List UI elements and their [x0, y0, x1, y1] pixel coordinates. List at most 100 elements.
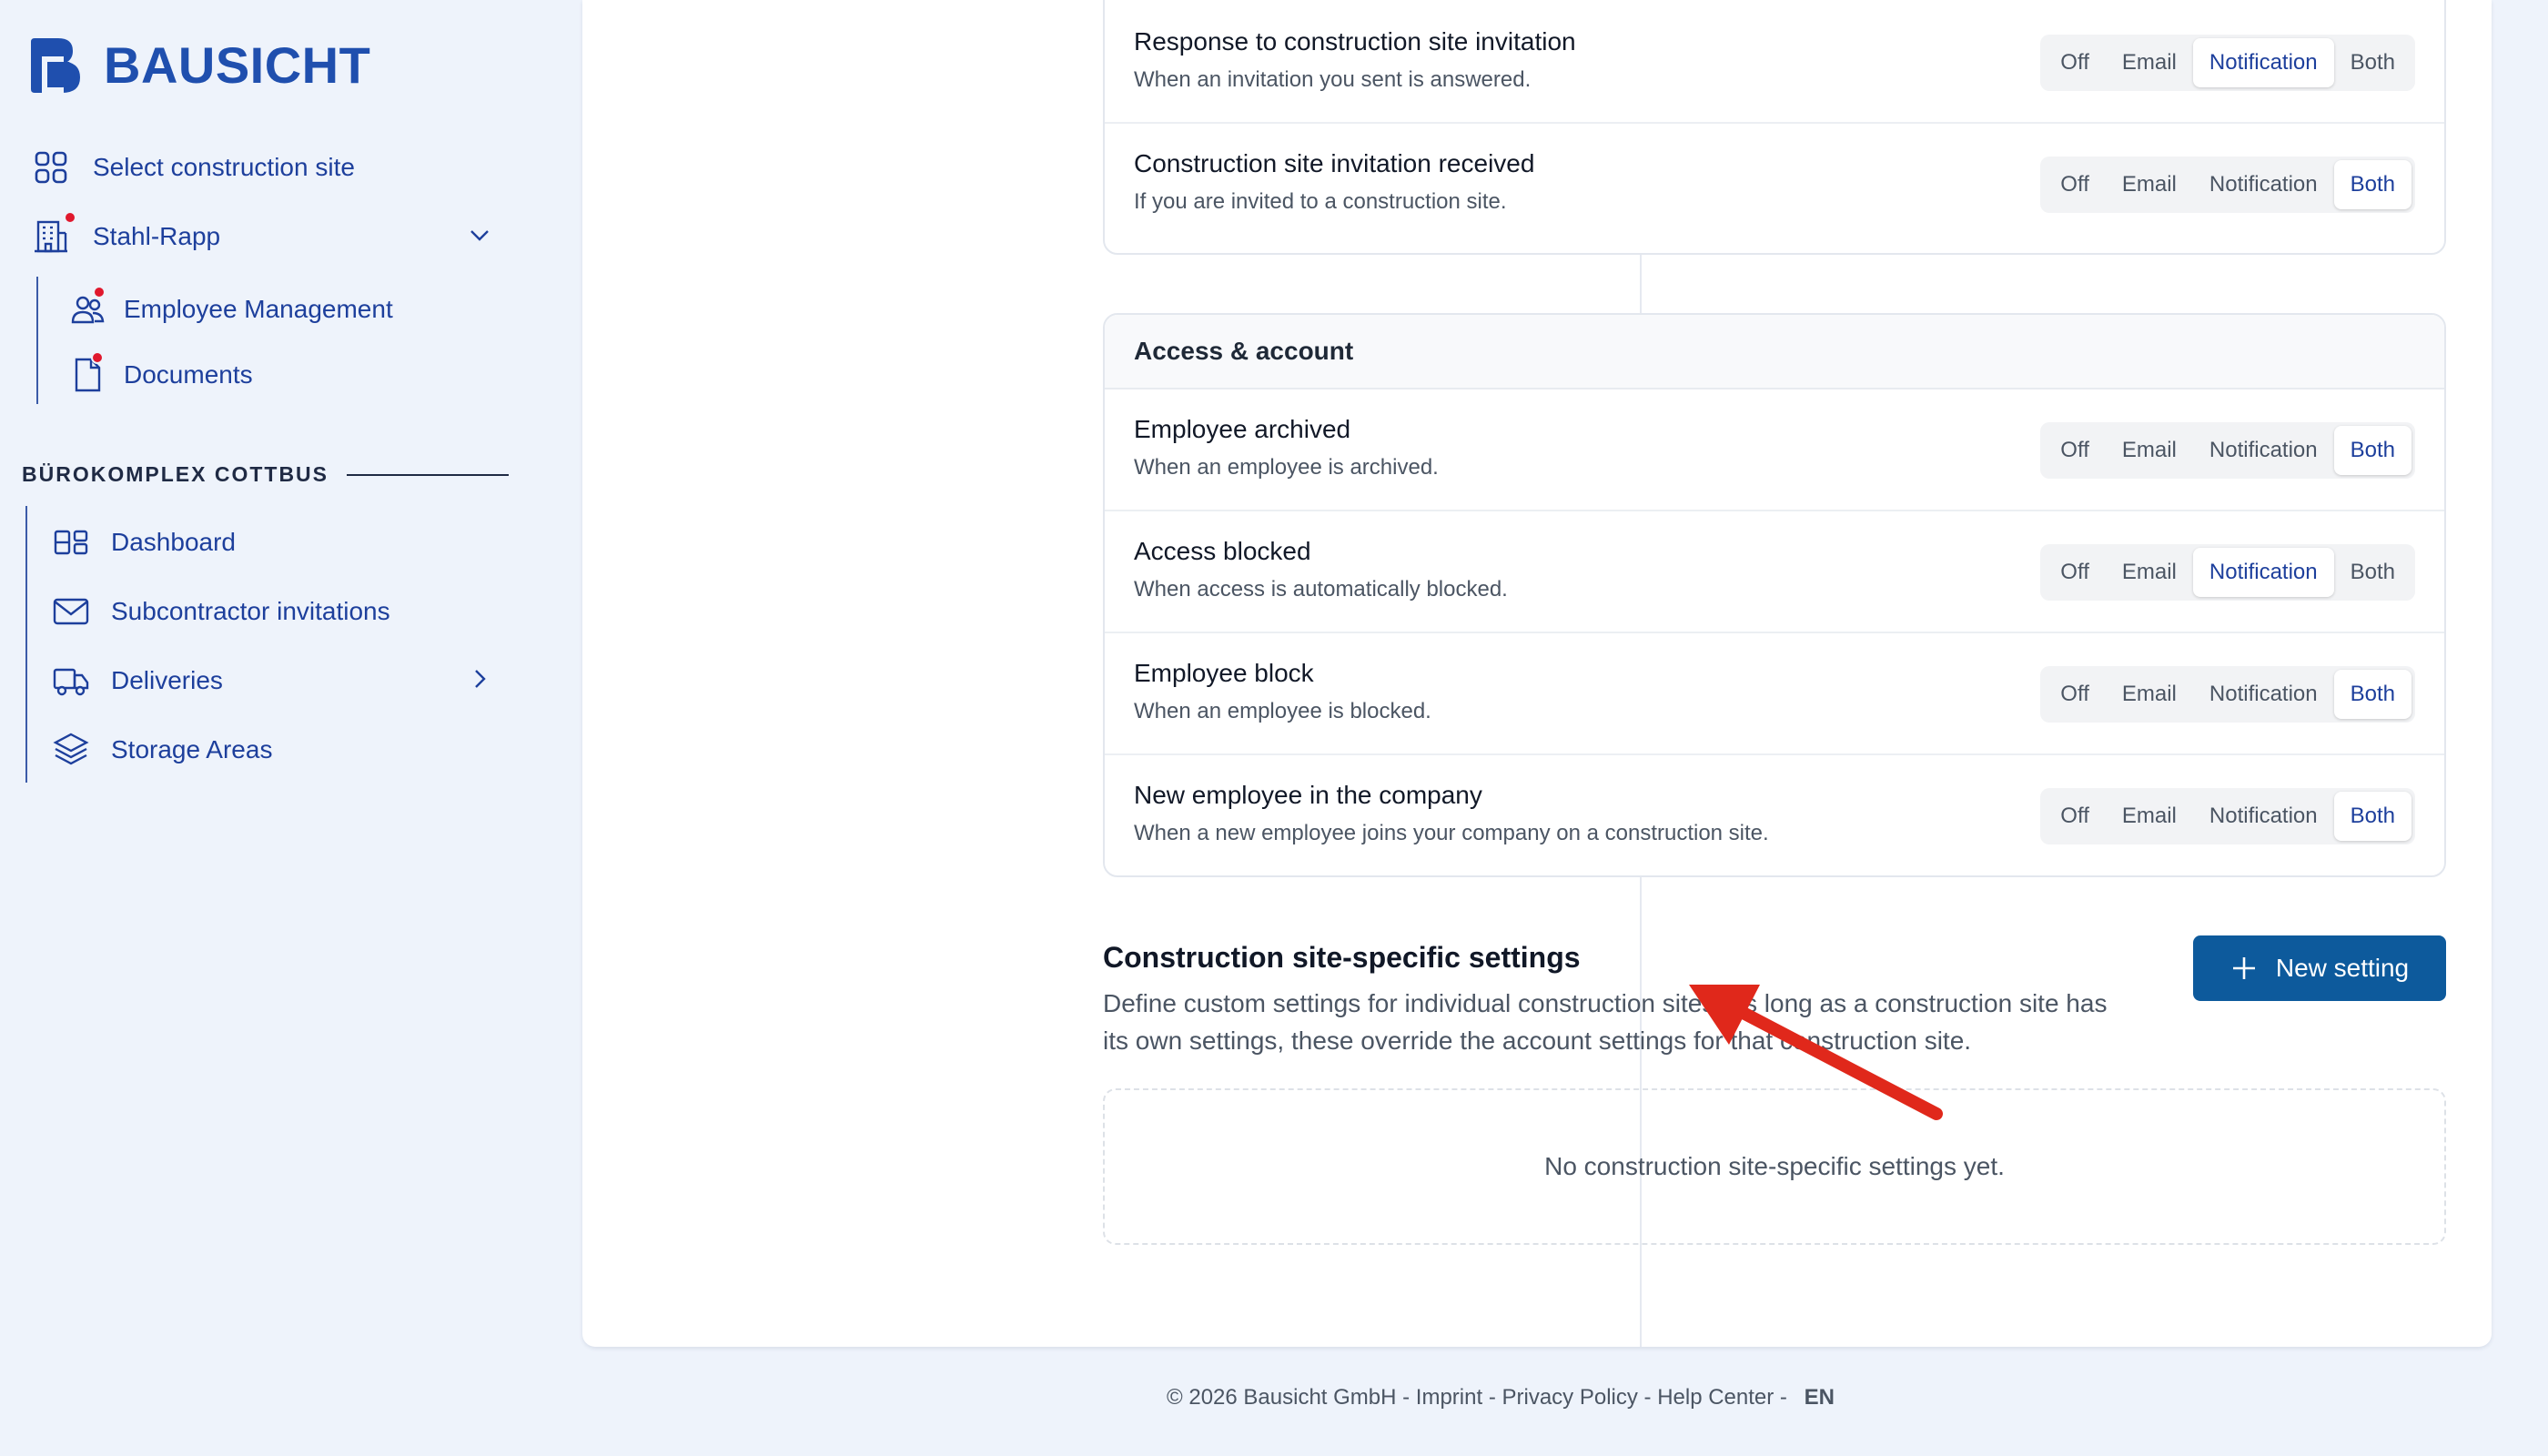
option-off[interactable]: Off [2044, 426, 2106, 475]
notification-panel-invitations: Response to construction site invitation… [1103, 0, 2446, 255]
option-email[interactable]: Email [2106, 670, 2193, 719]
plus-icon [2232, 957, 2255, 979]
option-email[interactable]: Email [2106, 160, 2193, 209]
option-off[interactable]: Off [2044, 792, 2106, 841]
alert-dot [93, 286, 106, 298]
envelope-icon [51, 592, 91, 632]
setting-row: Employee block When an employee is block… [1105, 633, 2444, 755]
setting-description: If you are invited to a construction sit… [1134, 189, 1507, 214]
nav-dashboard[interactable]: Dashboard [51, 522, 236, 562]
new-setting-label: New setting [2275, 954, 2410, 982]
chevron-down-icon[interactable] [466, 221, 493, 248]
nav-select-construction-site[interactable]: Select construction site [31, 147, 355, 187]
setting-row: New employee in the company When a new e… [1105, 755, 2444, 877]
bausicht-logo-icon [31, 38, 80, 93]
nav-label: Stahl-Rapp [93, 222, 221, 250]
setting-title: New employee in the company [1134, 781, 1482, 809]
footer-separator: - [1482, 1385, 1502, 1410]
option-both[interactable]: Both [2333, 792, 2412, 841]
alert-dot [91, 351, 104, 364]
setting-title: Employee archived [1134, 415, 1351, 443]
tree-line [36, 277, 38, 404]
channel-selector: Off Email Notification Both [2040, 544, 2415, 601]
option-both[interactable]: Both [2334, 38, 2412, 87]
nav-deliveries[interactable]: Deliveries [51, 661, 223, 701]
option-notification[interactable]: Notification [2192, 548, 2334, 597]
site-settings-title: Construction site-specific settings [1103, 941, 1581, 974]
footer-help-link[interactable]: Help Center [1657, 1385, 1774, 1410]
section-label: BÜROKOMPLEX COTTBUS [22, 462, 509, 487]
panel-heading: Access & account [1105, 315, 2444, 389]
option-notification[interactable]: Notification [2193, 792, 2334, 841]
channel-selector: Off Email Notification Both [2040, 422, 2415, 479]
nav-label: Select construction site [93, 153, 355, 181]
option-notification[interactable]: Notification [2193, 670, 2334, 719]
empty-state-text: No construction site-specific settings y… [1544, 1152, 2005, 1180]
nav-storage-areas[interactable]: Storage Areas [51, 730, 272, 770]
document-icon [67, 351, 107, 395]
section-divider [347, 473, 509, 476]
setting-title: Access blocked [1134, 537, 1311, 565]
option-both[interactable]: Both [2333, 670, 2412, 719]
nav-subcontractor-invitations[interactable]: Subcontractor invitations [51, 592, 390, 632]
nav-label: Dashboard [111, 528, 236, 556]
option-off[interactable]: Off [2044, 548, 2106, 597]
sidebar: BAUSICHT Select construction site Stahl-… [0, 0, 546, 1456]
option-notification[interactable]: Notification [2192, 38, 2334, 87]
setting-description: When access is automatically blocked. [1134, 577, 1508, 602]
setting-title: Construction site invitation received [1134, 149, 1535, 177]
brand-name: BAUSICHT [104, 36, 371, 94]
option-both[interactable]: Both [2334, 548, 2412, 597]
option-email[interactable]: Email [2106, 38, 2193, 87]
nav-label: Subcontractor invitations [111, 597, 390, 625]
option-notification[interactable]: Notification [2193, 160, 2334, 209]
tree-line [25, 506, 27, 783]
alert-dot [64, 211, 76, 224]
option-notification[interactable]: Notification [2193, 426, 2334, 475]
brand-logo[interactable]: BAUSICHT [27, 36, 370, 95]
dashboard-icon [51, 522, 91, 562]
empty-state: No construction site-specific settings y… [1103, 1088, 2446, 1245]
setting-description: When an employee is archived. [1134, 455, 1439, 480]
option-both[interactable]: Both [2333, 160, 2412, 209]
setting-description: When a new employee joins your company o… [1134, 821, 1769, 845]
channel-selector: Off Email Notification Both [2040, 788, 2415, 844]
building-icon [31, 211, 76, 257]
footer-imprint-link[interactable]: Imprint [1416, 1385, 1482, 1410]
channel-selector: Off Email Notification Both [2040, 35, 2415, 91]
option-off[interactable]: Off [2044, 38, 2106, 87]
setting-description: When an invitation you sent is answered. [1134, 67, 1532, 92]
layers-icon [51, 730, 91, 770]
setting-row: Response to construction site invitation… [1105, 2, 2444, 124]
nav-label: Deliveries [111, 666, 223, 694]
section-label-text: BÜROKOMPLEX COTTBUS [22, 462, 329, 486]
footer-separator: - [1774, 1385, 1794, 1410]
footer-privacy-link[interactable]: Privacy Policy [1502, 1385, 1637, 1410]
setting-row: Access blocked When access is automatica… [1105, 511, 2444, 633]
site-settings-description: Define custom settings for individual co… [1103, 989, 2108, 1055]
grid-icon [31, 147, 71, 187]
option-email[interactable]: Email [2106, 548, 2193, 597]
footer: © 2026 Bausicht GmbH - Imprint - Privacy… [1167, 1385, 1835, 1410]
nav-employee-management[interactable]: Employee Management [67, 286, 393, 329]
setting-description: When an employee is blocked. [1134, 699, 1431, 723]
footer-separator: - [1396, 1385, 1416, 1410]
nav-company-stahl-rapp[interactable]: Stahl-Rapp [31, 211, 221, 257]
new-setting-button[interactable]: New setting [2193, 935, 2446, 1001]
nav-documents[interactable]: Documents [67, 351, 253, 395]
channel-selector: Off Email Notification Both [2040, 157, 2415, 213]
notification-panel-access-account: Access & account Employee archived When … [1103, 313, 2446, 877]
option-both[interactable]: Both [2333, 426, 2412, 475]
option-email[interactable]: Email [2106, 426, 2193, 475]
users-icon [67, 286, 107, 329]
option-off[interactable]: Off [2044, 160, 2106, 209]
footer-copyright: © 2026 Bausicht GmbH [1167, 1385, 1397, 1410]
nav-label: Storage Areas [111, 735, 273, 763]
footer-separator: - [1637, 1385, 1658, 1410]
option-email[interactable]: Email [2106, 792, 2193, 841]
nav-label: Employee Management [124, 295, 393, 323]
chevron-right-icon[interactable] [466, 665, 493, 693]
option-off[interactable]: Off [2044, 670, 2106, 719]
language-switcher[interactable]: EN [1805, 1385, 1835, 1410]
setting-row: Construction site invitation received If… [1105, 124, 2444, 246]
